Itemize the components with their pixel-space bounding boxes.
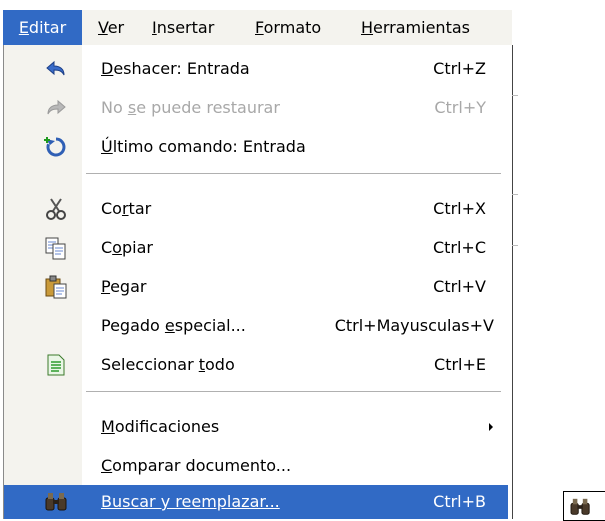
shortcut-label: Ctrl+Mayusculas+V [334,316,494,335]
shortcut-label: Ctrl+X [433,199,486,218]
menu-item-cut[interactable]: Cortar Ctrl+X [4,189,508,228]
document-edge [508,45,516,519]
menu-insertar[interactable]: Insertar [152,10,214,45]
shortcut-label: Ctrl+C [432,238,486,257]
select-all-icon [47,354,65,376]
ruler-line [512,45,513,519]
scissors-icon [46,198,66,220]
redo-icon [47,99,66,115]
binoculars-icon [45,493,67,511]
menubar: Editar Ver Insertar Formato Herramientas [3,10,512,45]
shortcut-label: Ctrl+Y [434,98,486,117]
doc-gridline [512,95,518,96]
edit-dropdown-menu: Deshacer: Entrada Ctrl+Z No se puede res… [3,45,508,519]
paste-icon [45,275,67,299]
copy-icon [45,237,66,260]
find-toolbar-button[interactable] [563,491,605,521]
menu-ver[interactable]: Ver [98,10,124,45]
menu-item-select-all[interactable]: Seleccionar todo Ctrl+E [4,345,508,384]
menu-formato[interactable]: Formato [255,10,321,45]
menu-herramientas[interactable]: Herramientas [361,10,470,45]
menu-item-copy[interactable]: Copiar Ctrl+C [4,228,508,267]
menu-item-repeat[interactable]: Último comando: Entrada [4,127,508,166]
menu-item-compare[interactable]: Comparar documento... [4,446,508,485]
submenu-arrow-icon [489,423,493,431]
shortcut-label: Ctrl+Z [433,59,486,78]
doc-gridline [512,194,518,195]
menu-separator [86,173,501,175]
shortcut-label: Ctrl+V [433,277,486,296]
menu-item-paste[interactable]: Pegar Ctrl+V [4,267,508,306]
menu-editar[interactable]: Editar [3,10,82,45]
menu-item-undo[interactable]: Deshacer: Entrada Ctrl+Z [4,49,508,88]
doc-gridline [512,245,518,246]
undo-icon [46,60,65,76]
menu-item-find-replace[interactable]: Buscar y reemplazar... Ctrl+B [4,485,508,519]
menu-item-paste-special[interactable]: Pegado especial... Ctrl+Mayusculas+V [4,306,508,345]
binoculars-icon [570,498,590,515]
menu-item-redo: No se puede restaurar Ctrl+Y [4,88,508,127]
menu-separator [86,391,501,393]
shortcut-label: Ctrl+E [434,355,486,374]
shortcut-label: Ctrl+B [433,492,486,511]
repeat-icon [44,137,66,157]
menu-item-changes[interactable]: Modificaciones [4,407,508,446]
